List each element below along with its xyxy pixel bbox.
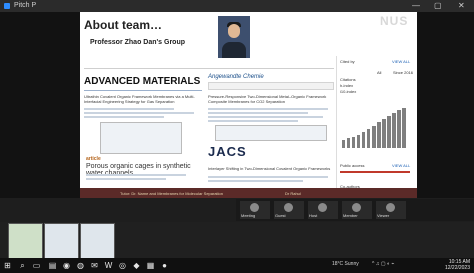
- system-tray-icons[interactable]: ^ ♫ ▢ ◐ ⌁: [372, 261, 394, 267]
- participant-tile[interactable]: Viewer: [376, 201, 406, 219]
- search-icon[interactable]: ⌕: [18, 261, 27, 270]
- citation-bar: [392, 112, 396, 148]
- citation-bar: [366, 128, 371, 148]
- view-all-link[interactable]: VIEW ALL: [392, 59, 410, 64]
- weather-status[interactable]: 18°C Sunny: [332, 261, 359, 267]
- citation-bar: [361, 132, 366, 148]
- citation-bar: [397, 109, 401, 148]
- participant-strip: Meeting Guest Host Member Viewer: [236, 199, 474, 221]
- app-icon: [4, 3, 10, 9]
- citation-bar: [346, 138, 351, 148]
- windows-start-icon[interactable]: ⊞: [3, 261, 12, 270]
- citation-bar: [377, 122, 381, 148]
- app-icon[interactable]: ●: [160, 261, 169, 270]
- shared-slide: About team… Professor Zhao Dan's Group N…: [80, 12, 417, 198]
- citation-bar: [356, 135, 361, 148]
- citation-bar: [382, 119, 386, 148]
- thumbnail-map[interactable]: [8, 223, 43, 259]
- firefox-icon[interactable]: ◍: [76, 261, 85, 270]
- cited-by-heading: Cited by: [340, 59, 355, 64]
- thumbnail-slide[interactable]: [80, 223, 115, 259]
- slide-group-name: Professor Zhao Dan's Group: [90, 39, 186, 46]
- article-figure-ac: [215, 125, 327, 141]
- citation-bar: [402, 108, 406, 148]
- mail-icon[interactable]: ✉: [90, 261, 99, 270]
- word-icon[interactable]: W: [104, 261, 113, 270]
- public-access-bar: [340, 171, 410, 173]
- professor-photo: [218, 16, 250, 58]
- journal-jacs: JACS: [208, 144, 247, 159]
- file-explorer-icon[interactable]: ▤: [48, 261, 57, 270]
- citation-bar: [351, 136, 356, 148]
- taskbar: ⊞ ⌕ ▭ ▤ ◉ ◍ ✉ W ◎ ◆ ▦ ● 18°C Sunny ^ ♫ ▢…: [0, 258, 474, 273]
- participant-tile[interactable]: Meeting: [240, 201, 270, 219]
- nus-logo: NUS: [380, 14, 409, 28]
- citation-bar: [341, 140, 346, 148]
- chat-icon[interactable]: ◆: [132, 261, 141, 270]
- maximize-button[interactable]: ▢: [434, 1, 442, 10]
- article-title-ac: Pressure-Responsive Two-Dimensional Meta…: [208, 94, 327, 104]
- citation-chart: [341, 108, 407, 148]
- thumbnail-slide[interactable]: [44, 223, 79, 259]
- citation-panel: Cited by VIEW ALL All Since 2016 Citatio…: [336, 56, 415, 196]
- window-title: Pitch P: [14, 2, 37, 9]
- article-title-am: Ultrathin Covalent Organic Framework Mem…: [84, 94, 195, 104]
- slide-title: About team…: [84, 18, 162, 32]
- taskbar-clock[interactable]: 10:15 AM 12/22/2023: [445, 259, 470, 271]
- citation-bar: [371, 125, 376, 148]
- zoom-icon[interactable]: ◎: [118, 261, 127, 270]
- participant-tile[interactable]: Guest: [274, 201, 304, 219]
- browser-icon[interactable]: ◉: [62, 261, 71, 270]
- slide-thumbnails: [0, 222, 474, 259]
- teams-icon[interactable]: ▦: [146, 261, 155, 270]
- article-tag: article: [86, 156, 101, 162]
- participant-tile[interactable]: Host: [308, 201, 338, 219]
- journal-angewandte: Angewandte Chemie: [208, 74, 264, 80]
- slide-status-bar: Tutor: Dr. Name and Membranes for Molecu…: [80, 188, 417, 198]
- window-titlebar: Pitch P — ▢ ✕: [0, 0, 474, 12]
- citation-bar: [387, 116, 391, 148]
- journal-advanced-materials: ADVANCED MATERIALS: [84, 76, 201, 87]
- article-title-jacs: Interlayer Shifting in Two-Dimensional C…: [208, 166, 331, 171]
- close-button[interactable]: ✕: [458, 1, 465, 10]
- participant-tile[interactable]: Member: [342, 201, 372, 219]
- article-figure-am: [100, 122, 182, 154]
- minimize-button[interactable]: —: [412, 1, 420, 10]
- task-view-icon[interactable]: ▭: [32, 261, 41, 270]
